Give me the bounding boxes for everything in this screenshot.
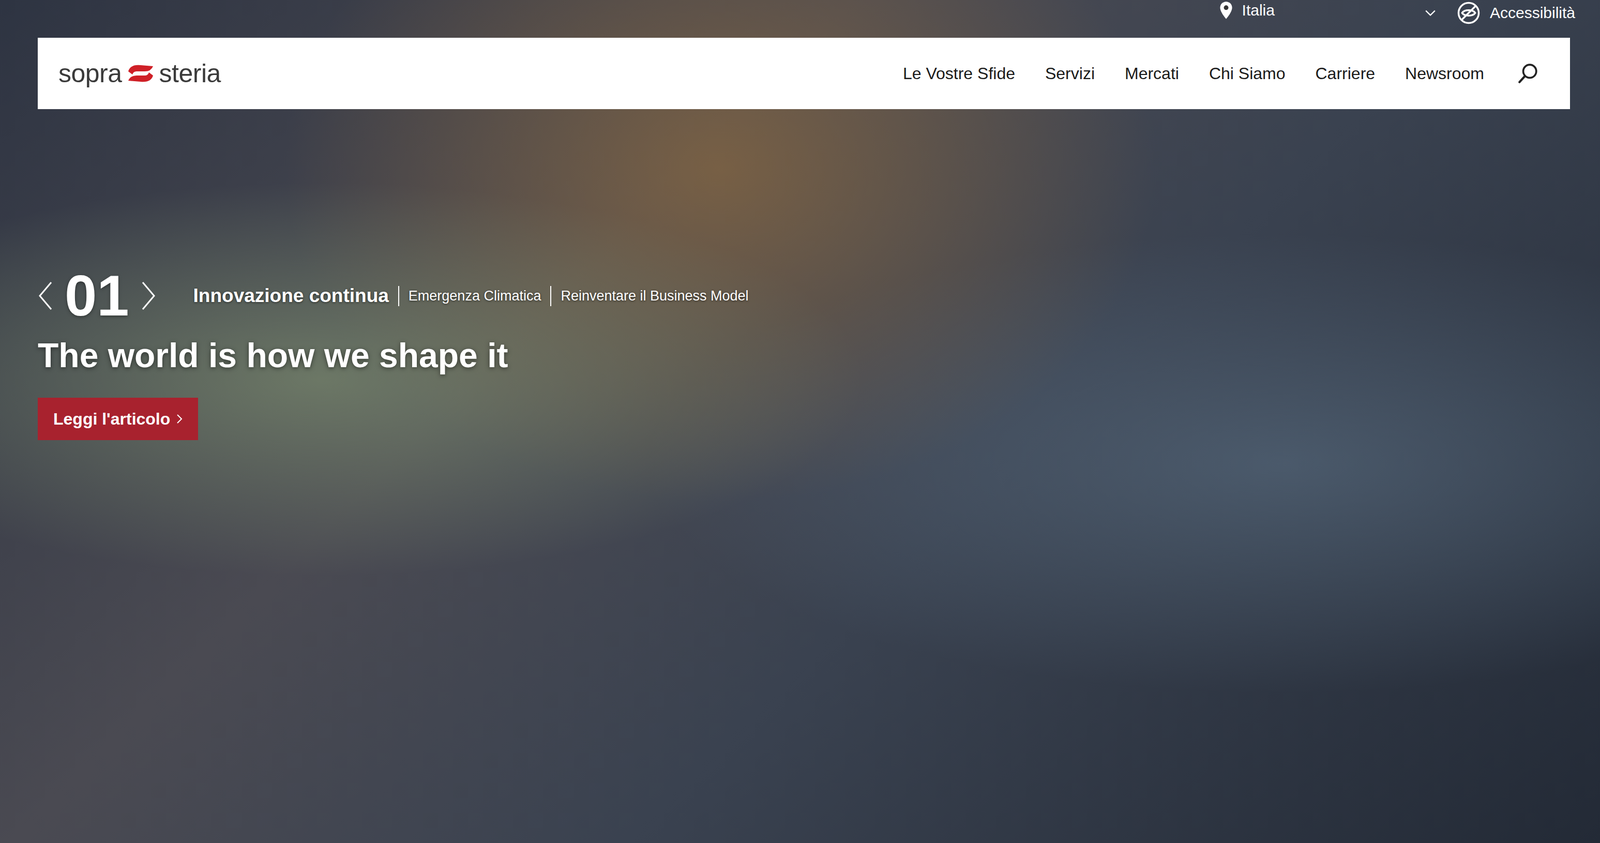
accessibility-toggle[interactable]: Accessibilità bbox=[1456, 0, 1576, 25]
nav-item[interactable]: Newsroom bbox=[1405, 64, 1485, 84]
nav-item[interactable]: Carriere bbox=[1315, 64, 1376, 84]
logo-right: steria bbox=[159, 58, 221, 89]
nav-item[interactable]: Le Vostre Sfide bbox=[902, 64, 1016, 84]
hero-photo bbox=[0, 0, 1600, 843]
hero: 01 Innovazione continuaEmergenza Climatic… bbox=[0, 109, 1600, 441]
headline: The world is how we shape it bbox=[37, 335, 1600, 376]
nav-item[interactable]: Mercati bbox=[1124, 64, 1180, 84]
location-pin-icon bbox=[1219, 1, 1233, 20]
accessibility-icon bbox=[1456, 1, 1481, 25]
location-label: Italia bbox=[1242, 1, 1275, 20]
slide-tab[interactable]: Innovazione continua bbox=[193, 282, 399, 309]
page: Italia Accessibilità sopra steria Le Vostre … bbox=[0, 0, 1600, 843]
slide-tab[interactable]: Reinventare il Business Model bbox=[550, 285, 758, 307]
nav-item[interactable]: Chi Siamo bbox=[1209, 64, 1286, 84]
logo[interactable]: sopra steria bbox=[58, 58, 221, 89]
chevron-right-icon bbox=[176, 413, 183, 425]
prev-arrow-icon[interactable] bbox=[37, 280, 54, 312]
logo-swoosh-icon bbox=[125, 62, 157, 85]
search-icon[interactable] bbox=[1517, 62, 1539, 85]
top-bar: Italia Accessibilità bbox=[0, 0, 1600, 38]
slide-tabs: Innovazione continuaEmergenza ClimaticaR… bbox=[193, 282, 759, 309]
next-arrow-icon[interactable] bbox=[140, 280, 157, 312]
slider-controls: 01 Innovazione continuaEmergenza Climatic… bbox=[37, 266, 1600, 325]
accessibility-label: Accessibilità bbox=[1489, 4, 1576, 22]
nav-item[interactable]: Servizi bbox=[1045, 64, 1095, 84]
slide-tab[interactable]: Emergenza Climatica bbox=[398, 285, 551, 307]
nav-menu: Le Vostre Sfide Servizi Mercati Chi Siamo Ca… bbox=[902, 62, 1539, 85]
dropdown-chevron-icon[interactable] bbox=[1424, 9, 1437, 17]
read-article-button[interactable]: Leggi l'articolo bbox=[37, 397, 199, 441]
logo-left: sopra bbox=[58, 58, 123, 89]
location-selector[interactable]: Italia bbox=[1219, 0, 1275, 20]
slide-number: 01 bbox=[64, 266, 130, 325]
navbar: sopra steria Le Vostre Sfide Servizi Mercati… bbox=[37, 37, 1571, 110]
